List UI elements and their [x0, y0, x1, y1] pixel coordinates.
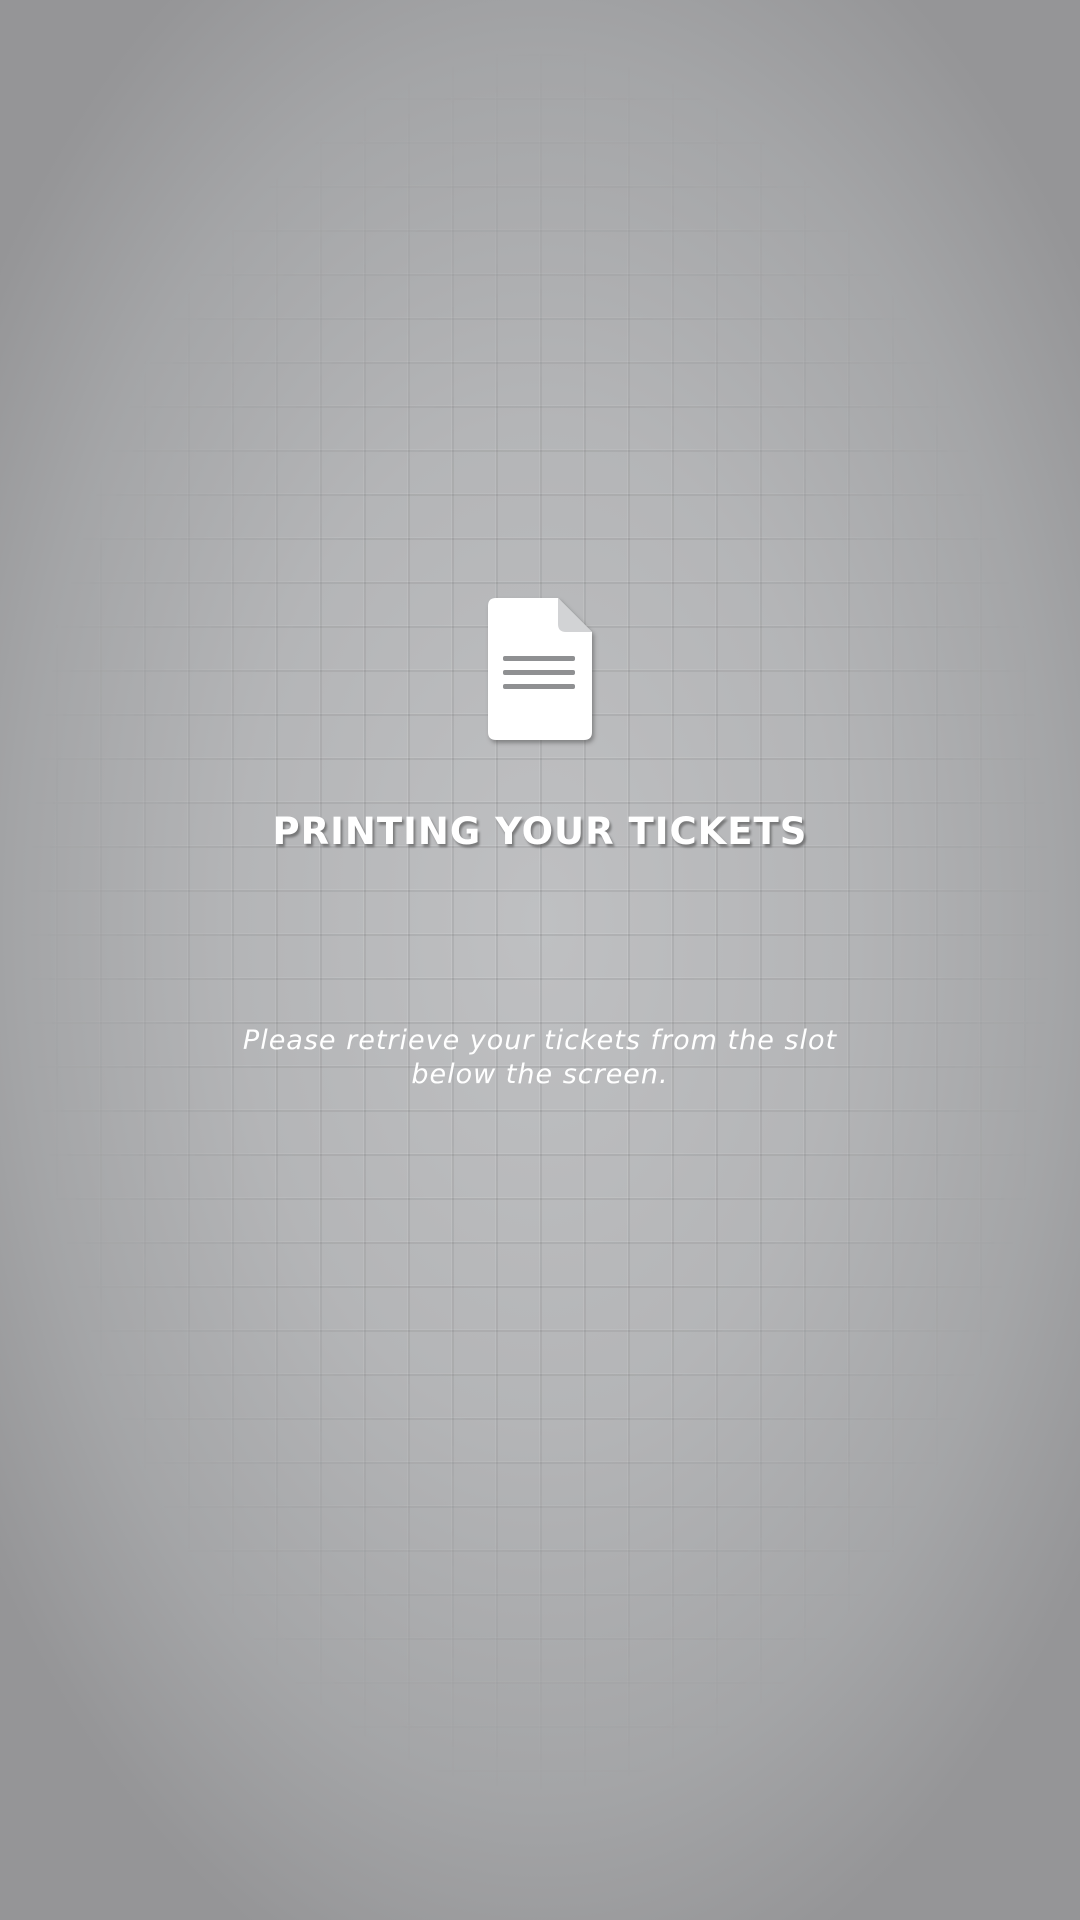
printing-screen: PRINTING YOUR TICKETS Please retrieve yo…: [0, 0, 1080, 1920]
page-title: PRINTING YOUR TICKETS: [272, 810, 808, 853]
background-tile-pattern: [0, 0, 1080, 1920]
document-icon: [486, 598, 596, 744]
instruction-message: Please retrieve your tickets from the sl…: [242, 1025, 838, 1090]
